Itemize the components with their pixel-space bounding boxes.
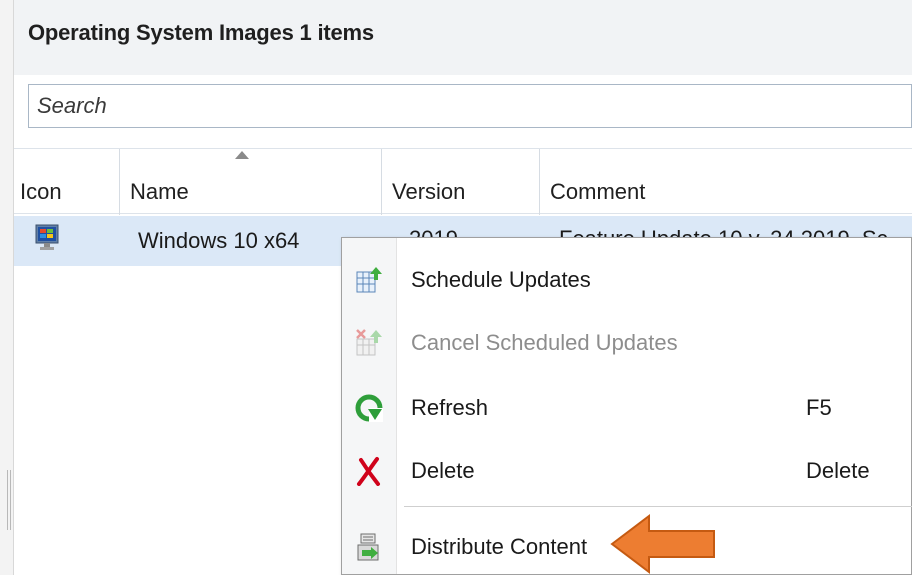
- callout-arrow-icon: [610, 513, 715, 575]
- search-box[interactable]: [28, 84, 912, 128]
- cancel-scheduled-updates-icon: [356, 329, 382, 356]
- menu-item-shortcut: Delete: [806, 458, 870, 483]
- panel-header: Operating System Images 1 items: [14, 0, 912, 75]
- left-pane-edge: [0, 0, 14, 575]
- os-image-icon: [35, 224, 59, 250]
- menu-item-label: Distribute Content: [411, 534, 588, 559]
- column-header-row: Icon Name Version Comment: [14, 148, 912, 215]
- column-header-label: Comment: [550, 179, 646, 204]
- sort-ascending-icon: [235, 151, 249, 159]
- page-title: Operating System Images 1 items: [28, 20, 374, 45]
- menu-separator: [404, 506, 912, 507]
- search-input[interactable]: [29, 85, 911, 127]
- column-header-icon[interactable]: Icon: [14, 149, 120, 215]
- column-header-comment[interactable]: Comment: [540, 149, 912, 215]
- refresh-icon: [355, 394, 383, 422]
- pane-splitter-grip[interactable]: [7, 470, 11, 530]
- menu-item-label: Refresh: [411, 395, 489, 420]
- menu-item-refresh[interactable]: Refresh F5: [342, 381, 912, 435]
- menu-item-cancel-scheduled-updates[interactable]: Cancel Scheduled Updates: [342, 316, 912, 370]
- os-images-panel: Operating System Images 1 items Icon Nam…: [14, 0, 912, 575]
- column-header-label: Version: [392, 179, 466, 204]
- menu-item-label: Schedule Updates: [411, 267, 591, 292]
- distribute-content-icon: [357, 533, 379, 561]
- column-header-label: Icon: [20, 179, 62, 204]
- column-header-version[interactable]: Version: [382, 149, 540, 215]
- delete-icon: [357, 457, 380, 486]
- column-header-label: Name: [130, 179, 189, 204]
- row-name-cell: Windows 10 x64: [138, 228, 300, 253]
- schedule-updates-icon: [356, 267, 382, 293]
- menu-item-label: Delete: [411, 458, 475, 483]
- column-header-name[interactable]: Name: [120, 149, 382, 215]
- menu-item-delete[interactable]: Delete Delete: [342, 444, 912, 498]
- menu-item-shortcut: F5: [806, 395, 832, 420]
- menu-item-schedule-updates[interactable]: Schedule Updates: [342, 253, 912, 307]
- menu-item-label: Cancel Scheduled Updates: [411, 330, 678, 355]
